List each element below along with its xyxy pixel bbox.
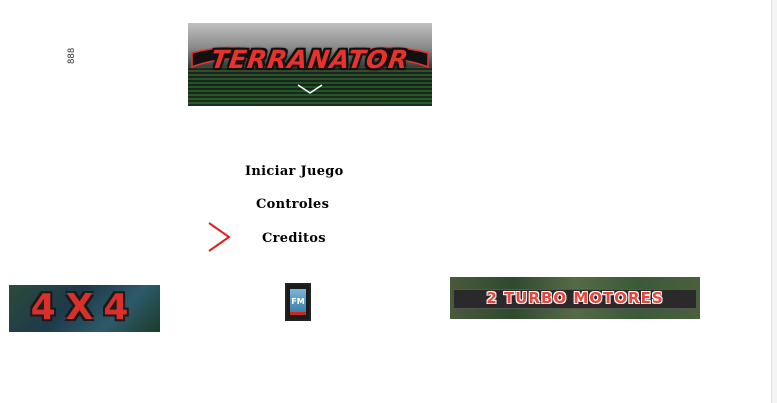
menu-item-start-game[interactable]: Iniciar Juego bbox=[245, 164, 344, 179]
four-by-four-logo-text: 4X4 bbox=[30, 287, 139, 328]
game-menu-screen: 888 TERRANATOR Iniciar Juego Controles C… bbox=[0, 0, 777, 403]
fm-logo-panel: FM bbox=[290, 289, 306, 315]
turbo-motors-logo: 2 TURBO MOTORES bbox=[450, 277, 700, 319]
turbo-logo-text: 2 TURBO MOTORES bbox=[486, 289, 664, 307]
chevron-right-icon bbox=[208, 222, 231, 252]
scrollbar[interactable] bbox=[771, 0, 777, 403]
game-title: TERRANATOR bbox=[209, 45, 411, 74]
fm-logo: FM bbox=[285, 283, 311, 321]
four-by-four-logo: 4X4 bbox=[9, 285, 160, 332]
menu-item-controls[interactable]: Controles bbox=[256, 197, 329, 212]
fm-logo-text: FM bbox=[291, 297, 305, 306]
title-banner: TERRANATOR bbox=[188, 23, 432, 106]
score-counter: 888 bbox=[67, 47, 77, 65]
menu-item-credits[interactable]: Creditos bbox=[262, 231, 326, 246]
